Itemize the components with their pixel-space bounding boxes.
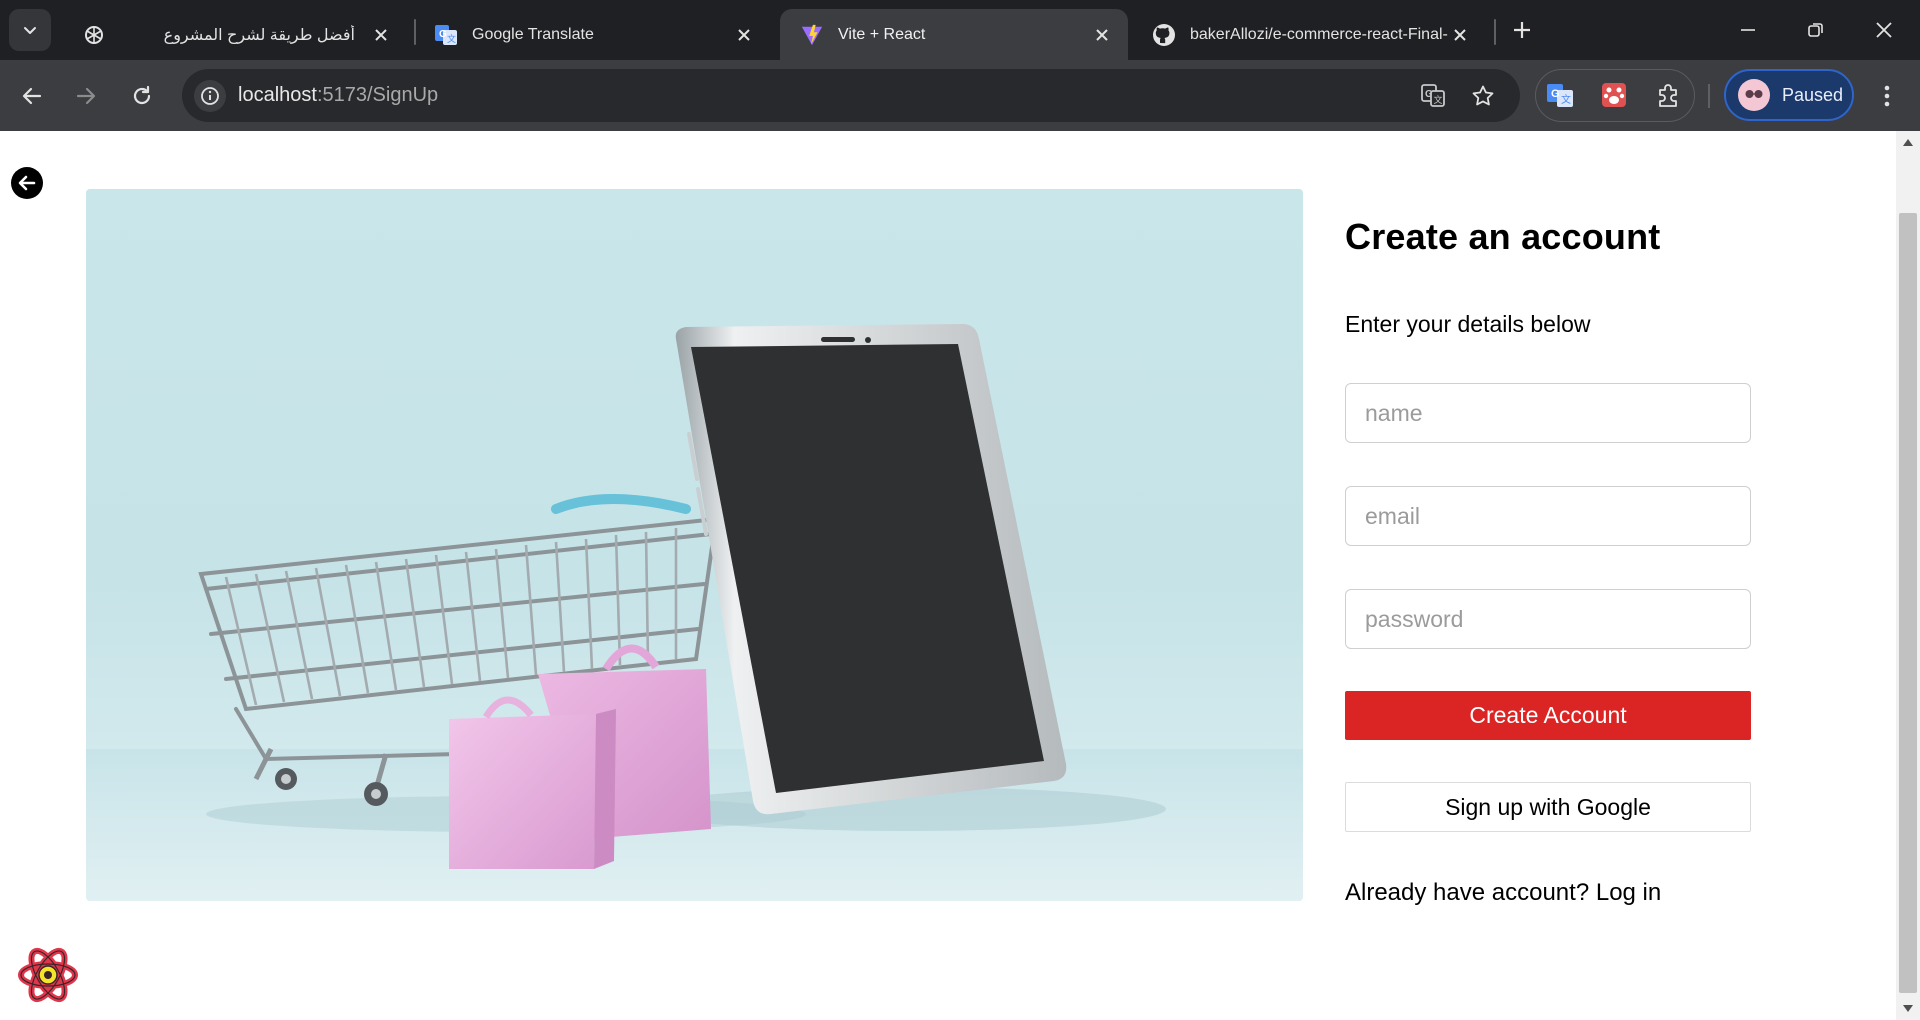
svg-text:G: G <box>1551 88 1560 100</box>
translate-page-icon[interactable]: G文 <box>1416 79 1450 113</box>
form-title: Create an account <box>1345 216 1661 257</box>
arrow-left-icon <box>18 175 36 191</box>
avatar <box>1738 79 1770 111</box>
login-prompt-text: Already have account? <box>1345 879 1590 906</box>
close-icon <box>1876 22 1892 38</box>
google-translate-extension-icon[interactable]: G文 <box>1543 78 1577 112</box>
restore-icon <box>1808 23 1823 37</box>
tab-google-translate[interactable]: G文 Google Translate <box>414 9 770 60</box>
arrow-left-icon <box>22 87 42 105</box>
create-account-button[interactable]: Create Account <box>1345 691 1751 740</box>
tab-chatgpt[interactable]: أفضل طريقة لشرح المشروع <box>62 9 407 60</box>
tab-github[interactable]: bakerAllozi/e-commerce-react-Final-v <box>1132 9 1486 60</box>
form-subtitle: Enter your details below <box>1345 311 1591 337</box>
tab-separator <box>1494 19 1496 45</box>
react-dev-tools-icon[interactable] <box>16 943 80 1007</box>
password-input[interactable] <box>1345 589 1751 649</box>
close-window-button[interactable] <box>1864 10 1904 50</box>
profile-status-label: Paused <box>1782 84 1844 105</box>
close-tab-icon[interactable] <box>1090 23 1114 47</box>
page-scrollbar[interactable] <box>1896 131 1920 1020</box>
svg-text:G: G <box>439 29 447 40</box>
forward-button[interactable] <box>68 78 104 114</box>
url-host: localhost <box>238 84 317 106</box>
new-tab-button[interactable] <box>1508 16 1536 44</box>
arrow-right-icon <box>76 87 96 105</box>
svg-text:文: 文 <box>447 33 456 44</box>
shopping-cart-phone-illustration <box>86 323 1303 901</box>
bookmark-star-icon[interactable] <box>1466 79 1500 113</box>
browser-menu-button[interactable] <box>1870 78 1904 114</box>
scroll-up-arrow-icon[interactable] <box>1896 131 1920 153</box>
address-bar[interactable]: localhost:5173/SignUp G文 <box>182 69 1520 122</box>
extensions-puzzle-icon[interactable] <box>1651 78 1685 112</box>
scroll-thumb[interactable] <box>1899 213 1917 993</box>
close-tab-icon[interactable] <box>1448 23 1472 47</box>
svg-text:文: 文 <box>1561 93 1571 106</box>
github-icon <box>1152 23 1176 47</box>
profile-button[interactable]: Paused <box>1724 69 1854 121</box>
close-tab-icon[interactable] <box>369 23 393 47</box>
tab-search-button[interactable] <box>9 9 51 51</box>
tab-title: Vite + React <box>838 25 926 43</box>
site-info-icon[interactable] <box>194 79 226 112</box>
tab-title: أفضل طريقة لشرح المشروع <box>163 26 355 44</box>
url-path: :5173/SignUp <box>316 84 439 106</box>
hero-image <box>86 189 1303 901</box>
google-signup-button[interactable]: Sign up with Google <box>1345 782 1751 832</box>
tab-vite-react[interactable]: Vite + React <box>780 9 1128 60</box>
restore-button[interactable] <box>1796 10 1836 50</box>
minimize-button[interactable] <box>1728 10 1768 50</box>
signup-page: Create an account Enter your details bel… <box>0 131 1896 1020</box>
tab-strip: أفضل طريقة لشرح المشروع G文 Google Transl… <box>0 0 1920 60</box>
browser-toolbar: localhost:5173/SignUp G文 G文 Paused <box>0 60 1920 131</box>
login-prompt: Already have account? Log in <box>1345 879 1661 907</box>
svg-text:文: 文 <box>1434 94 1443 106</box>
vite-icon <box>800 23 824 47</box>
url-text[interactable]: localhost:5173/SignUp <box>238 84 438 107</box>
minimize-icon <box>1741 29 1755 31</box>
login-link[interactable]: Log in <box>1596 879 1661 906</box>
chatgpt-icon <box>82 23 106 47</box>
tab-title: bakerAllozi/e-commerce-react-Final-v <box>1190 25 1448 43</box>
reload-button[interactable] <box>124 78 160 114</box>
scroll-down-arrow-icon[interactable] <box>1896 998 1920 1020</box>
tab-title: Google Translate <box>472 25 594 43</box>
more-vertical-icon <box>1884 85 1890 107</box>
paw-extension-icon[interactable] <box>1597 78 1631 112</box>
back-button[interactable] <box>14 78 50 114</box>
close-tab-icon[interactable] <box>732 23 756 47</box>
reload-icon <box>133 85 151 105</box>
plus-icon <box>1514 22 1530 38</box>
toolbar-divider <box>1708 84 1710 108</box>
back-link[interactable] <box>11 167 43 199</box>
google-translate-icon: G文 <box>434 23 458 47</box>
chevron-down-icon <box>24 27 36 34</box>
name-input[interactable] <box>1345 383 1751 443</box>
email-input[interactable] <box>1345 486 1751 546</box>
